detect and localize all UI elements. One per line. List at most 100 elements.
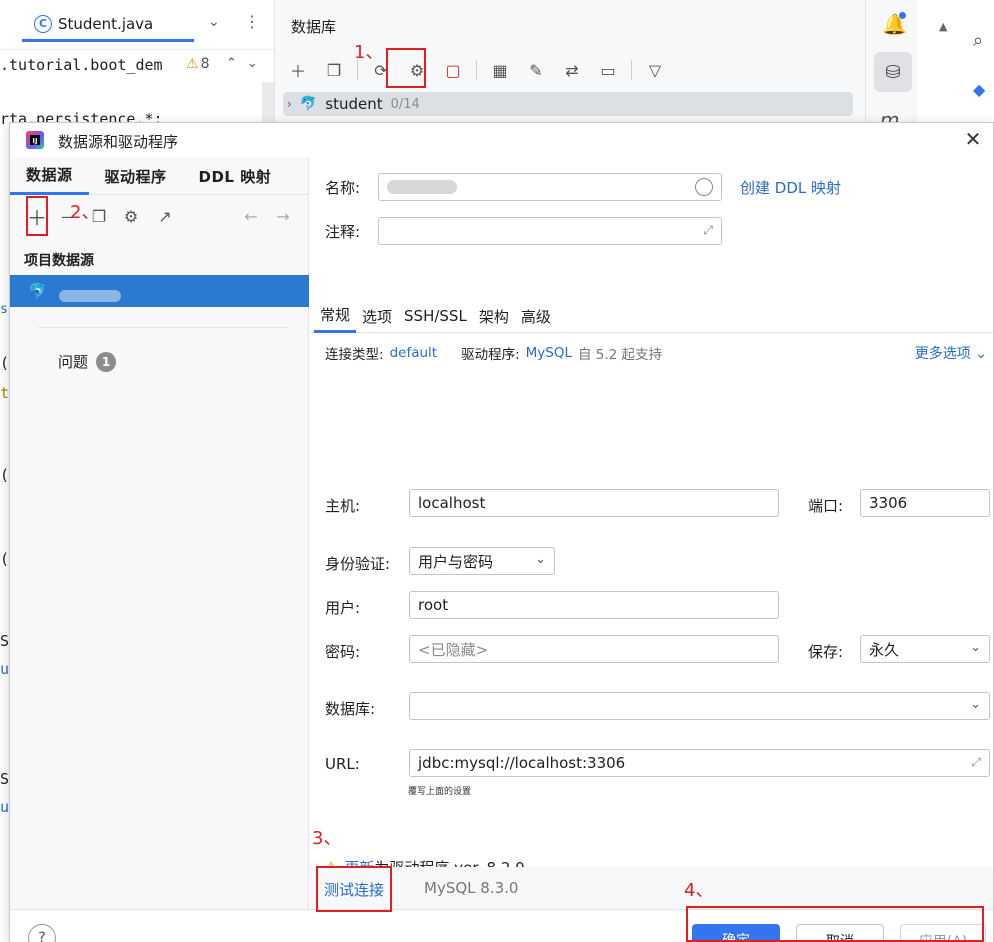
comment-field[interactable]: ⤢ bbox=[378, 217, 722, 245]
tag-icon[interactable]: ◆ bbox=[973, 80, 985, 99]
editor-tab-label: Student.java bbox=[58, 14, 154, 33]
help-button[interactable]: ? bbox=[28, 924, 56, 942]
datasource-item-selected[interactable]: 🐬 bbox=[10, 275, 309, 307]
url-value: jdbc:mysql://localhost:3306 bbox=[418, 754, 626, 772]
table-icon[interactable]: ▦ bbox=[487, 57, 513, 83]
annotation-box-4 bbox=[686, 906, 984, 942]
data-sources-dialog: IJ 数据源和驱动程序 ✕ 数据源 驱动程序 DDL 映射 ＋ — ❐ ⚙ ↗ … bbox=[9, 122, 994, 942]
close-icon[interactable]: ✕ bbox=[961, 127, 985, 151]
port-field[interactable]: 3306 bbox=[860, 489, 990, 517]
host-label: 主机: bbox=[325, 497, 361, 515]
tab-ddl-mappings[interactable]: DDL 映射 bbox=[183, 157, 288, 195]
authentication-select[interactable]: 用户与密码 ⌄ bbox=[409, 547, 555, 575]
save-label: 保存: bbox=[808, 643, 844, 661]
scroll-up-icon[interactable]: ▲ bbox=[939, 20, 947, 33]
gutter-char: S bbox=[0, 770, 10, 788]
problems-count-badge: 1 bbox=[96, 351, 117, 372]
name-label: 名称: bbox=[325, 179, 361, 197]
back-arrow-icon[interactable]: ← bbox=[242, 205, 260, 227]
left-toolbar: ＋ — ❐ ⚙ ↗ ← → bbox=[10, 201, 308, 231]
gutter-char: t bbox=[0, 384, 10, 402]
chevron-right-icon[interactable]: › bbox=[287, 97, 292, 111]
annotation-box-1 bbox=[386, 48, 426, 88]
connection-type-label: 连接类型: bbox=[325, 347, 384, 363]
host-field[interactable]: localhost bbox=[409, 489, 779, 517]
url-field[interactable]: jdbc:mysql://localhost:3306 ⤢ bbox=[409, 749, 990, 777]
create-ddl-mapping-link[interactable]: 创建 DDL 映射 bbox=[740, 177, 841, 198]
chevron-down-icon[interactable]: ⌄ bbox=[208, 14, 220, 30]
annotation-number-1: 1、 bbox=[354, 42, 384, 63]
editor-scrollbar[interactable] bbox=[262, 82, 274, 122]
gutter-char: u bbox=[0, 798, 10, 816]
port-label: 端口: bbox=[808, 497, 844, 515]
tree-item-count: 0/14 bbox=[390, 96, 420, 112]
database-tool-icon[interactable]: ⛁ bbox=[874, 52, 912, 92]
connection-type-value[interactable]: default bbox=[390, 345, 438, 361]
annotation-number-3: 3、 bbox=[312, 828, 342, 849]
url-hint-text: 覆写上面的设置 bbox=[408, 787, 472, 797]
tab-schemas[interactable]: 架构 bbox=[473, 299, 515, 333]
tab-ssh-ssl[interactable]: SSH/SSL bbox=[398, 299, 473, 333]
expand-icon[interactable]: ⤢ bbox=[703, 223, 713, 238]
tab-data-sources[interactable]: 数据源 bbox=[10, 157, 89, 195]
java-class-icon: C bbox=[34, 14, 52, 33]
password-field[interactable]: <已隐藏> bbox=[409, 635, 779, 663]
annotation-box-3 bbox=[316, 866, 392, 912]
jump-icon[interactable]: ⇄ bbox=[559, 57, 585, 83]
expand-icon[interactable]: ⤢ bbox=[971, 755, 981, 770]
save-select[interactable]: 永久 ⌄ bbox=[860, 635, 990, 663]
name-field[interactable] bbox=[378, 173, 722, 201]
warning-badge[interactable]: ⚠ 8 bbox=[186, 56, 209, 72]
editor-tabbar: C Student.java ⌄ ⋮ bbox=[0, 0, 275, 50]
toolbar-separator bbox=[476, 60, 477, 80]
gutter-char: u bbox=[0, 660, 10, 678]
problems-item[interactable]: 问题 1 bbox=[58, 351, 117, 372]
blurred-datasource-name bbox=[58, 290, 121, 302]
code-line[interactable]: .tutorial.boot_dem bbox=[0, 56, 163, 74]
chevron-down-icon: ⌄ bbox=[535, 552, 546, 567]
stop-icon[interactable]: ▢ bbox=[440, 57, 466, 83]
tree-item-student[interactable]: › 🐬 student 0/14 bbox=[283, 92, 853, 116]
notification-dot bbox=[899, 12, 906, 19]
gutter-char: s bbox=[0, 302, 8, 317]
main-tabs: 常规 选项 SSH/SSL 架构 高级 bbox=[310, 299, 993, 333]
right-pane: 名称: 创建 DDL 映射 注释: ⤢ 常规 选项 SSH/SSL 架构 高级 … bbox=[310, 157, 993, 909]
password-placeholder: <已隐藏> bbox=[418, 640, 489, 659]
authentication-label: 身份验证: bbox=[325, 555, 391, 573]
database-label: 数据库: bbox=[325, 700, 376, 718]
forward-arrow-icon[interactable]: → bbox=[274, 205, 292, 227]
dialog-titlebar[interactable]: IJ 数据源和驱动程序 ✕ bbox=[10, 123, 993, 157]
open-external-icon[interactable]: ↗ bbox=[156, 205, 174, 227]
gutter-char: S bbox=[0, 632, 10, 650]
console-icon[interactable]: ▭ bbox=[595, 57, 621, 83]
gutter-char: ( bbox=[0, 354, 10, 372]
connection-info-line: 连接类型: default 驱动程序: MySQL 自 5.2 起支持 bbox=[325, 343, 662, 363]
database-select[interactable]: ⌄ bbox=[409, 692, 990, 720]
filter-icon[interactable]: ▽ bbox=[642, 57, 668, 83]
add-icon[interactable]: ＋ bbox=[285, 57, 311, 83]
search-icon[interactable]: ⌕ bbox=[973, 30, 983, 51]
save-value: 永久 bbox=[869, 640, 900, 659]
tab-options[interactable]: 选项 bbox=[356, 299, 398, 333]
intellij-logo-icon: IJ bbox=[26, 131, 44, 149]
gutter-char: ( bbox=[0, 550, 10, 568]
driver-value-link[interactable]: MySQL bbox=[526, 345, 572, 361]
edit-icon[interactable]: ✎ bbox=[523, 57, 549, 83]
user-label: 用户: bbox=[325, 599, 361, 617]
warning-icon: ⚠ bbox=[186, 56, 199, 72]
tab-advanced[interactable]: 高级 bbox=[515, 299, 557, 333]
editor-tab-student-java[interactable]: C Student.java bbox=[22, 8, 194, 42]
more-options-link[interactable]: 更多选项 ⌄ bbox=[915, 343, 987, 363]
more-vertical-icon[interactable]: ⋮ bbox=[244, 12, 260, 31]
user-field[interactable]: root bbox=[409, 591, 779, 619]
nav-arrows[interactable]: ⌃⌄ bbox=[226, 56, 268, 71]
database-panel-title: 数据库 bbox=[291, 18, 337, 36]
right-pane-bottom-bar: 测试连接 MySQL 8.3.0 bbox=[310, 867, 993, 909]
authentication-value: 用户与密码 bbox=[418, 552, 494, 571]
gear-icon[interactable]: ⚙ bbox=[122, 205, 140, 227]
tab-drivers[interactable]: 驱动程序 bbox=[89, 157, 183, 195]
color-circle-icon[interactable] bbox=[695, 178, 713, 196]
url-label: URL: bbox=[325, 755, 360, 773]
copy-icon[interactable]: ❐ bbox=[321, 57, 347, 83]
tab-general[interactable]: 常规 bbox=[314, 299, 357, 333]
